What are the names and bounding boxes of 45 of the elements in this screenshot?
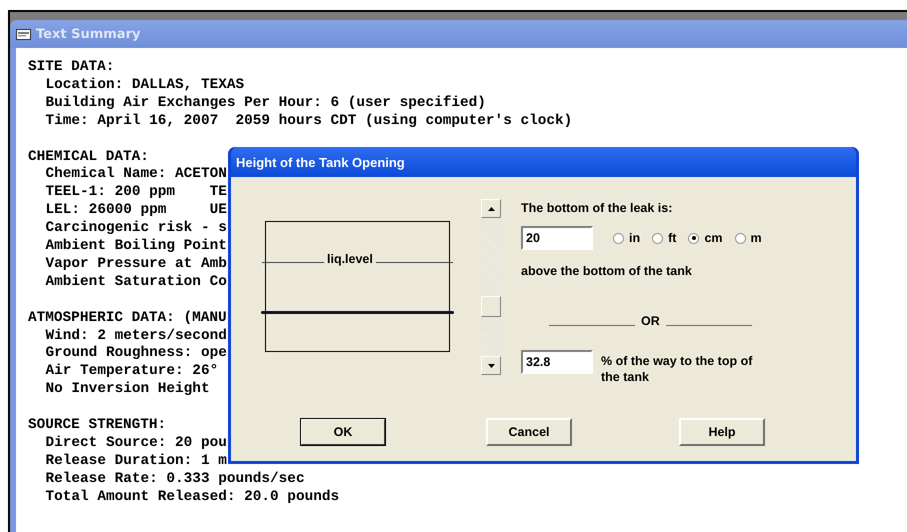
summary-line: TEEL-1: 200 ppm TE xyxy=(46,184,227,202)
or-label: OR xyxy=(641,314,660,328)
percent-field[interactable]: 32.8 xyxy=(521,350,593,374)
summary-line: Air Temperature: 26° xyxy=(46,363,218,382)
summary-line: Wind: 2 meters/second xyxy=(46,328,227,346)
scroll-up-button[interactable] xyxy=(481,199,501,218)
unit-radio[interactable]: cm xyxy=(688,231,723,245)
up-arrow-icon xyxy=(488,206,494,210)
section-heading: SITE DATA: xyxy=(28,59,114,77)
summary-line: Release Rate: 0.333 pounds/sec xyxy=(46,470,305,489)
summary-line: Release Duration: 1 m xyxy=(46,452,227,471)
above-bottom-label: above the bottom of the tank xyxy=(521,264,693,278)
summary-line: No Inversion Height xyxy=(46,381,210,400)
summary-line: Ambient Saturation Co xyxy=(46,274,227,292)
scroll-thumb[interactable] xyxy=(481,296,501,317)
scrollbar[interactable] xyxy=(481,199,501,375)
window-icon xyxy=(16,28,31,40)
unit-radio[interactable]: in xyxy=(613,231,640,245)
unit-radio[interactable]: m xyxy=(734,231,762,245)
unit-radio[interactable]: ft xyxy=(652,231,676,245)
dialog-button[interactable]: Cancel xyxy=(486,418,572,446)
window-title: Text Summary xyxy=(36,26,140,42)
summary-line: Ambient Boiling Point xyxy=(46,238,227,256)
dialog-button[interactable]: OK xyxy=(300,418,386,446)
summary-line: Carcinogenic risk - s xyxy=(46,220,227,238)
summary-line: Total Amount Released: 20.0 pounds xyxy=(46,488,340,507)
leak-bottom-label: The bottom of the leak is: xyxy=(521,201,674,215)
summary-line: Direct Source: 20 pou xyxy=(46,434,227,453)
down-arrow-icon xyxy=(488,364,494,368)
dialog-title: Height of the Tank Opening xyxy=(236,154,405,170)
section-heading: ATMOSPHERIC DATA: (MANU xyxy=(28,310,227,328)
summary-line: Chemical Name: ACETON xyxy=(46,166,227,184)
height-field[interactable]: 20 xyxy=(521,226,593,250)
dialog-button[interactable]: Help xyxy=(679,418,765,446)
scroll-down-button[interactable] xyxy=(481,356,501,375)
percent-label: % of the way to the top of the tank xyxy=(601,353,754,385)
summary-line: LEL: 26000 ppm UE xyxy=(46,202,227,220)
section-heading: CHEMICAL DATA: xyxy=(28,148,149,166)
liquid-level-label: liq.level xyxy=(324,252,376,266)
summary-line: Vapor Pressure at Amb xyxy=(46,256,227,274)
summary-line: Location: DALLAS, TEXAS xyxy=(46,76,244,95)
section-heading: SOURCE STRENGTH: xyxy=(28,417,166,435)
summary-line: Ground Roughness: ope xyxy=(46,345,227,364)
summary-line: Time: April 16, 2007 2059 hours CDT (using computer's clock) xyxy=(46,112,572,131)
summary-line: Building Air Exchanges Per Hour: 6 (user specified) xyxy=(46,94,486,113)
